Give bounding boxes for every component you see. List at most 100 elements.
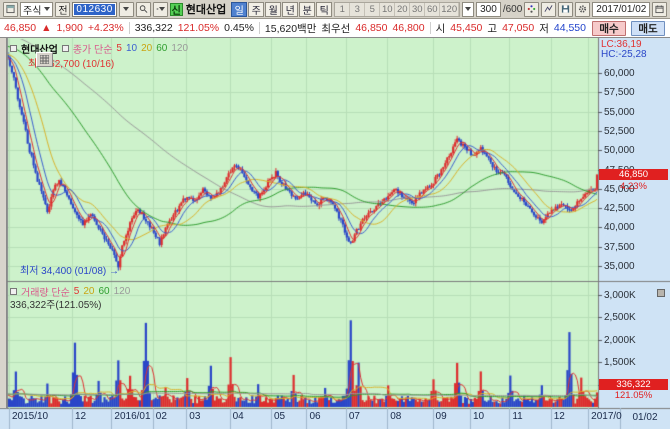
high-label: 고: [487, 21, 497, 36]
minute-button[interactable]: 3: [350, 3, 365, 16]
vol-ma120-label: 120: [114, 286, 131, 297]
minute-button[interactable]: 120: [440, 3, 459, 16]
search-button[interactable]: [136, 2, 151, 17]
asset-type-select[interactable]: 주식: [20, 2, 53, 17]
open-label: 시: [436, 21, 446, 36]
chart-region: 현대산업 종가 단순 5 10 20 60 120 최고 62,700 (10/…: [0, 38, 670, 429]
time-axis-label: 12: [554, 411, 565, 422]
hc-value: HC:-25,28: [601, 49, 647, 60]
minute-button[interactable]: 5: [365, 3, 380, 16]
price-volume-chart-canvas[interactable]: [0, 38, 670, 429]
price-change-pct: +4.23%: [88, 22, 124, 34]
stock-code-value: 012630: [74, 4, 114, 15]
period-button[interactable]: 년: [282, 2, 298, 17]
volume-tick-label: 2,000K: [604, 335, 636, 346]
time-axis-label: 12: [75, 411, 86, 422]
crosshair-date-label: 01/02: [622, 412, 668, 423]
volume-count-text: 336,322주(121.05%): [10, 296, 102, 311]
bar-count-input[interactable]: 300: [476, 2, 501, 17]
current-volume-pct: 121.05%: [599, 390, 668, 401]
chevron-down-icon: [159, 7, 165, 14]
time-axis-label: 08: [390, 411, 401, 422]
legend-checkbox[interactable]: [10, 45, 17, 52]
divider: [259, 22, 260, 34]
volume: 336,322: [135, 22, 173, 34]
sound-button[interactable]: [153, 2, 168, 17]
sell-button[interactable]: 매도: [631, 21, 665, 36]
interval-select[interactable]: [462, 2, 474, 17]
period-button[interactable]: 월: [265, 2, 281, 17]
time-axis-label: 2015/10: [12, 411, 48, 422]
chevron-down-icon: [123, 7, 129, 14]
date-value: 2017/01/02: [596, 4, 646, 15]
calendar-icon: [655, 4, 664, 14]
ma60-label: 60: [156, 43, 167, 54]
price-tick-label: 37,500: [604, 242, 635, 253]
time-axis-label: 10: [473, 411, 484, 422]
volume-tick-label: 2,500K: [604, 312, 636, 323]
best-ask: 46,850: [355, 22, 387, 34]
high-price: 47,050: [502, 22, 534, 34]
dots-tool-button[interactable]: [524, 2, 539, 17]
link-window-button[interactable]: [3, 2, 18, 17]
minute-button[interactable]: 1: [335, 3, 350, 16]
pane-options-button[interactable]: [657, 289, 665, 297]
save-button[interactable]: [558, 2, 573, 17]
period-button-group: 일주월년분틱: [231, 2, 332, 17]
gear-icon: [578, 4, 587, 14]
price-tick-label: 60,000: [604, 68, 635, 79]
chart-tool-button[interactable]: [36, 52, 53, 67]
current-volume-marker: 336,322: [599, 379, 668, 390]
price-tick-label: 55,000: [604, 107, 635, 118]
minute-button[interactable]: 10: [380, 3, 395, 16]
low-price: 44,550: [554, 22, 586, 34]
time-axis-label: 06: [309, 411, 320, 422]
stock-code-input[interactable]: 012630: [72, 2, 116, 17]
ma20-label: 20: [141, 43, 152, 54]
price-tick-label: 57,500: [604, 87, 635, 98]
left-splitter[interactable]: [0, 38, 7, 408]
line-chart-button[interactable]: [541, 2, 556, 17]
time-axis-label: 05: [274, 411, 285, 422]
minute-button[interactable]: 30: [410, 3, 425, 16]
ma120-label: 120: [171, 43, 188, 54]
period-button[interactable]: 주: [248, 2, 264, 17]
ma10-label: 10: [126, 43, 137, 54]
period-button[interactable]: 틱: [316, 2, 332, 17]
period-button[interactable]: 일: [231, 2, 247, 17]
time-axis-label: 2017/0: [591, 411, 622, 422]
minute-button[interactable]: 60: [425, 3, 440, 16]
period-button[interactable]: 분: [299, 2, 315, 17]
turnover-pct: 0.45%: [224, 22, 254, 34]
date-input[interactable]: 2017/01/02: [592, 2, 650, 17]
chevron-down-icon: [465, 7, 471, 14]
legend-checkbox[interactable]: [62, 45, 69, 52]
ma5-label: 5: [116, 43, 122, 54]
quote-bar: 46,850 ▲ 1,900 +4.23% 336,322 121.05% 0.…: [0, 19, 670, 38]
calendar-button[interactable]: [652, 2, 667, 17]
volume-tick-label: 3,000K: [604, 290, 636, 301]
time-axis[interactable]: 2015/10122016/01020304050607080910111220…: [0, 408, 670, 429]
time-axis-label: 09: [436, 411, 447, 422]
time-axis-label: 02: [156, 411, 167, 422]
time-axis-label: 11: [512, 411, 522, 422]
settings-button[interactable]: [575, 2, 590, 17]
credit-badge: 신: [170, 3, 183, 16]
trade-amount: 15,620백만: [265, 21, 316, 36]
price-tick-label: 42,500: [604, 203, 635, 214]
chevron-down-icon: [44, 7, 50, 14]
code-dropdown-button[interactable]: [119, 2, 134, 17]
price-change: 1,900: [57, 22, 83, 34]
buy-button[interactable]: 매수: [592, 21, 626, 36]
best-bid: 46,800: [392, 22, 424, 34]
stock-name: 현대산업: [185, 1, 227, 17]
price-tick-label: 40,000: [604, 222, 635, 233]
divider: [430, 22, 431, 34]
minute-button[interactable]: 20: [395, 3, 410, 16]
legend-checkbox[interactable]: [10, 288, 17, 295]
jeon-button[interactable]: 전: [55, 2, 70, 17]
bar-count-total: /600: [503, 4, 522, 15]
volume-pct: 121.05%: [178, 22, 219, 34]
current-price-marker: 46,850: [599, 169, 668, 180]
low-label: 저: [539, 21, 549, 36]
